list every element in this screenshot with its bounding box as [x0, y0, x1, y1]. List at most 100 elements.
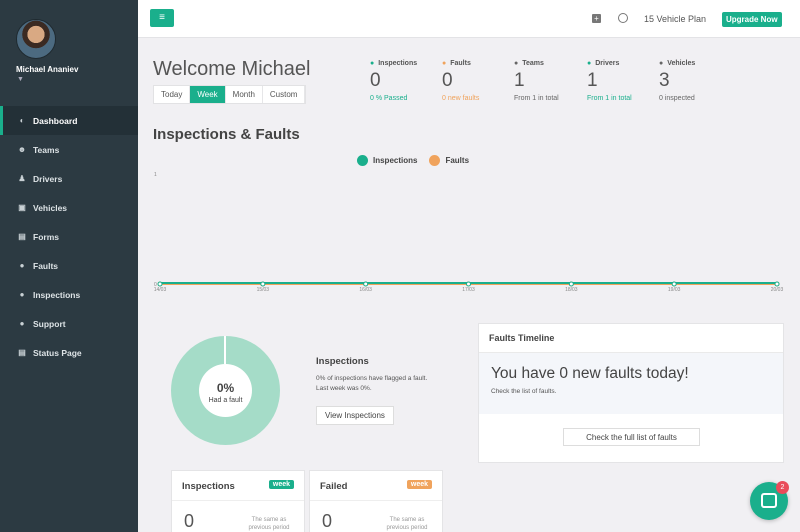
avatar[interactable] [16, 19, 56, 59]
data-point-inspections[interactable] [260, 281, 266, 287]
sidebar-item-label: Faults [33, 260, 59, 271]
timeline-body: You have 0 new faults today! Check the l… [479, 353, 783, 414]
driver-icon: ● [587, 60, 592, 67]
stat-faults: ● Faults 0 0 new faults [442, 60, 479, 102]
x-tick-label: 15/03 [257, 287, 270, 293]
range-selector: Today Week Month Custom [153, 85, 307, 104]
topbar: ≡ + 15 Vehicle Plan Upgrade Now [138, 0, 800, 38]
failed-card: Failed week 0 The same as previous perio… [309, 470, 443, 532]
donut-separator [224, 336, 226, 364]
dashboard-icon: ◐ [19, 116, 25, 125]
stat-sub: From 1 in total [514, 95, 559, 102]
data-point-inspections[interactable] [568, 281, 574, 287]
view-inspections-button[interactable]: View Inspections [316, 406, 394, 425]
card-divider [172, 500, 304, 501]
x-tick-label: 18/03 [565, 287, 578, 293]
chat-launcher-button[interactable]: 2 [750, 481, 789, 520]
data-point-inspections[interactable] [157, 281, 163, 287]
sidebar-item-forms[interactable]: ▤ Forms [0, 222, 138, 251]
sidebar-item-teams[interactable]: ☻ Teams [0, 135, 138, 164]
sidebar-item-vehicles[interactable]: ▣ Vehicles [0, 193, 138, 222]
range-month[interactable]: Month [226, 86, 263, 103]
stat-label-text: Vehicles [667, 60, 696, 67]
sidebar-item-drivers[interactable]: ♟ Drivers [0, 164, 138, 193]
user-icon[interactable] [618, 13, 628, 23]
users-icon: ● [514, 60, 519, 67]
check-circle-icon: ● [19, 290, 25, 299]
timeline-title: Faults Timeline [479, 324, 783, 353]
sidebar-item-status-page[interactable]: ▤ Status Page [0, 338, 138, 367]
question-icon: ● [19, 319, 25, 328]
sidebar-nav: ◐ Dashboard ☻ Teams ♟ Drivers ▣ Vehicles ▤ Forms ●… [0, 106, 138, 367]
sidebar-item-label: Support [33, 318, 66, 329]
sidebar-item-label: Status Page [33, 347, 82, 358]
sidebar-item-support[interactable]: ● Support [0, 309, 138, 338]
x-tick-label: 19/03 [668, 287, 681, 293]
sidebar-item-label: Drivers [33, 173, 63, 184]
chat-icon [761, 493, 777, 508]
form-icon: ▤ [18, 232, 26, 241]
inspections-panel-text: 0% of inspections have flagged a fault. … [316, 375, 428, 392]
bus-icon: ▣ [18, 203, 26, 212]
alert-icon: ● [442, 60, 447, 67]
data-point-inspections[interactable] [774, 281, 780, 287]
stat-label-text: Drivers [595, 60, 620, 67]
card-divider [310, 500, 442, 501]
menu-toggle-button[interactable]: ≡ [150, 9, 174, 27]
stat-value: 3 [659, 70, 670, 91]
users-icon: ☻ [17, 145, 27, 154]
stat-label: ● Inspections [370, 60, 417, 67]
y-tick-label: 1 [154, 172, 157, 178]
timeline-headline: You have 0 new faults today! [491, 365, 689, 382]
stat-inspections: ● Inspections 0 0 % Passed [370, 60, 417, 102]
range-today[interactable]: Today [154, 86, 191, 103]
stat-sub: From 1 in total [587, 95, 632, 102]
donut-center: 0% Had a fault [199, 364, 252, 417]
stat-sub: 0 % Passed [370, 95, 408, 102]
list-icon: ▤ [18, 348, 26, 357]
check-icon: ● [370, 60, 375, 67]
stat-drivers: ● Drivers 1 From 1 in total [587, 60, 632, 102]
sidebar-item-inspections[interactable]: ● Inspections [0, 280, 138, 309]
bus-icon: ● [659, 60, 664, 67]
sidebar-item-label: Forms [33, 231, 59, 242]
range-custom[interactable]: Custom [263, 86, 306, 103]
stat-label: ● Teams [514, 60, 559, 67]
card-value: 0 [322, 511, 333, 531]
card-value: 0 [184, 511, 195, 531]
stat-value: 0 [442, 70, 453, 91]
alert-icon: ● [19, 261, 25, 270]
data-point-inspections[interactable] [671, 281, 677, 287]
stat-label-text: Faults [450, 60, 471, 67]
inspections-faults-chart: 0114/03 15/03 16/03 17/03 18/03 19/03 20/03 [154, 172, 784, 293]
upgrade-button[interactable]: Upgrade Now [722, 12, 782, 27]
x-tick-label: 17/03 [462, 287, 475, 293]
sidebar-item-label: Dashboard [33, 115, 78, 126]
range-week[interactable]: Week [190, 86, 226, 103]
sidebar-item-dashboard[interactable]: ◐ Dashboard [0, 106, 138, 135]
stat-label: ● Faults [442, 60, 479, 67]
chevron-down-icon[interactable]: ▼ [17, 76, 24, 83]
stat-teams: ● Teams 1 From 1 in total [514, 60, 559, 102]
profile[interactable]: Michael Ananiev ▼ [0, 0, 138, 106]
faults-list-button[interactable]: Check the full list of faults [563, 428, 700, 446]
stat-sub: 0 new faults [442, 95, 480, 102]
sidebar: Michael Ananiev ▼ ◐ Dashboard ☻ Teams ♟ Drive… [0, 0, 138, 532]
stat-value: 0 [370, 70, 381, 91]
plus-square-icon[interactable]: + [592, 14, 601, 23]
welcome-heading: Welcome Michael [153, 58, 311, 80]
card-title: Inspections [182, 481, 235, 492]
data-point-inspections[interactable] [466, 281, 471, 287]
user-name[interactable]: Michael Ananiev [16, 65, 78, 74]
period-badge: week [268, 480, 294, 489]
sidebar-item-label: Inspections [33, 289, 81, 300]
stat-label-text: Inspections [378, 60, 418, 67]
stat-label-text: Teams [522, 60, 544, 67]
inspections-card: Inspections week 0 The same as previous … [171, 470, 305, 532]
faults-timeline-panel: Faults Timeline You have 0 new faults to… [478, 323, 784, 463]
card-title: Failed [320, 481, 348, 492]
sidebar-item-faults[interactable]: ● Faults [0, 251, 138, 280]
fault-donut: 0% Had a fault [171, 336, 280, 445]
x-tick-label: 14/03 [154, 287, 167, 293]
data-point-inspections[interactable] [363, 281, 369, 287]
